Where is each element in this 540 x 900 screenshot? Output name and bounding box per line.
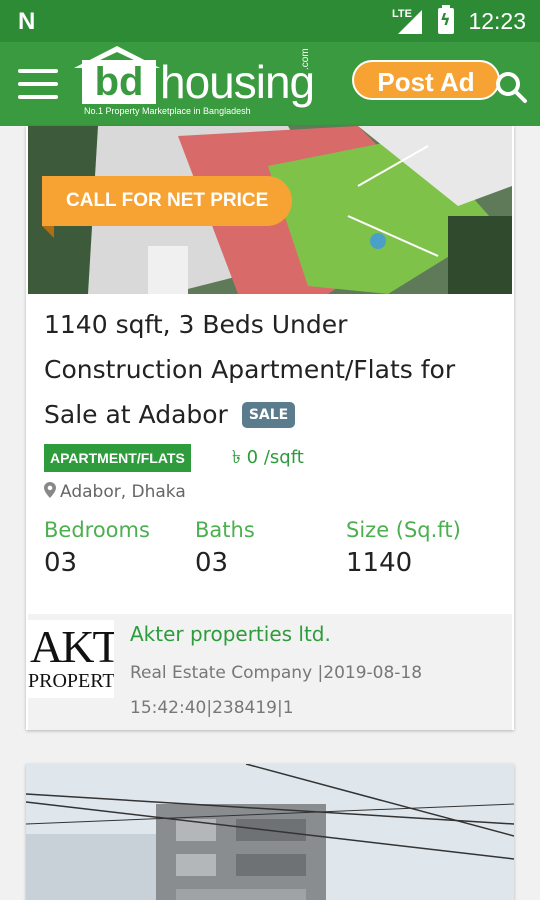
listing-title[interactable]: 1140 sqft, 3 Beds Under Construction Apa… xyxy=(44,302,504,437)
network-type: LTE xyxy=(392,8,412,20)
logo-housing-text: housing xyxy=(160,56,315,108)
agency-section[interactable]: AKT PROPERTY Akter properties ltd. Real … xyxy=(28,614,512,730)
spec-size: Size (Sq.ft) 1140 xyxy=(346,518,461,578)
listing-card[interactable] xyxy=(26,764,514,900)
spec-baths: Baths 03 xyxy=(195,518,255,578)
price-per-sqft: ৳ 0 /sqft xyxy=(232,447,304,468)
agency-meta: Real Estate Company |2019-08-18 15:42:40… xyxy=(130,663,423,718)
listing-image[interactable]: CALL FOR NET PRICE xyxy=(28,126,512,294)
agency-name-link[interactable]: Akter properties ltd. xyxy=(130,622,331,646)
listing-image[interactable] xyxy=(26,764,514,900)
spec-label: Size (Sq.ft) xyxy=(346,518,461,542)
bdhousing-logo[interactable]: bd housing .com No.1 Property Marketplac… xyxy=(74,46,318,120)
listing-specs: Bedrooms 03 Baths 03 Size (Sq.ft) 1140 xyxy=(44,518,504,588)
search-icon[interactable] xyxy=(494,70,528,104)
battery-charging-icon xyxy=(438,5,454,34)
post-ad-button[interactable]: Post Ad xyxy=(352,60,500,100)
listing-card[interactable]: CALL FOR NET PRICE 1140 sqft, 3 Beds Und… xyxy=(26,126,514,730)
location-pin-icon xyxy=(44,482,56,498)
spec-bedrooms: Bedrooms 03 xyxy=(44,518,150,578)
status-bar: N LTE 12:23 xyxy=(0,0,540,42)
logo-bd-text: bd xyxy=(82,60,156,104)
menu-icon[interactable] xyxy=(18,67,58,101)
spec-label: Bedrooms xyxy=(44,518,150,542)
sale-badge: SALE xyxy=(241,402,296,428)
status-clock: 12:23 xyxy=(468,8,526,34)
logo-com-text: .com xyxy=(300,48,311,70)
listing-location: Adabor, Dhaka xyxy=(44,482,186,502)
spec-label: Baths xyxy=(195,518,255,542)
spec-value: 1140 xyxy=(346,548,413,578)
spec-value: 03 xyxy=(44,548,78,578)
logo-tagline: No.1 Property Marketplace in Bangladesh xyxy=(84,106,251,116)
call-for-price-ribbon: CALL FOR NET PRICE xyxy=(42,176,293,226)
app-bar: bd housing .com No.1 Property Marketplac… xyxy=(0,42,540,126)
spec-value: 03 xyxy=(195,548,229,578)
property-type-badge: APARTMENT/FLATS xyxy=(44,444,191,472)
agency-logo[interactable]: AKT PROPERTY xyxy=(28,620,114,698)
notification-n-icon: N xyxy=(18,8,36,35)
